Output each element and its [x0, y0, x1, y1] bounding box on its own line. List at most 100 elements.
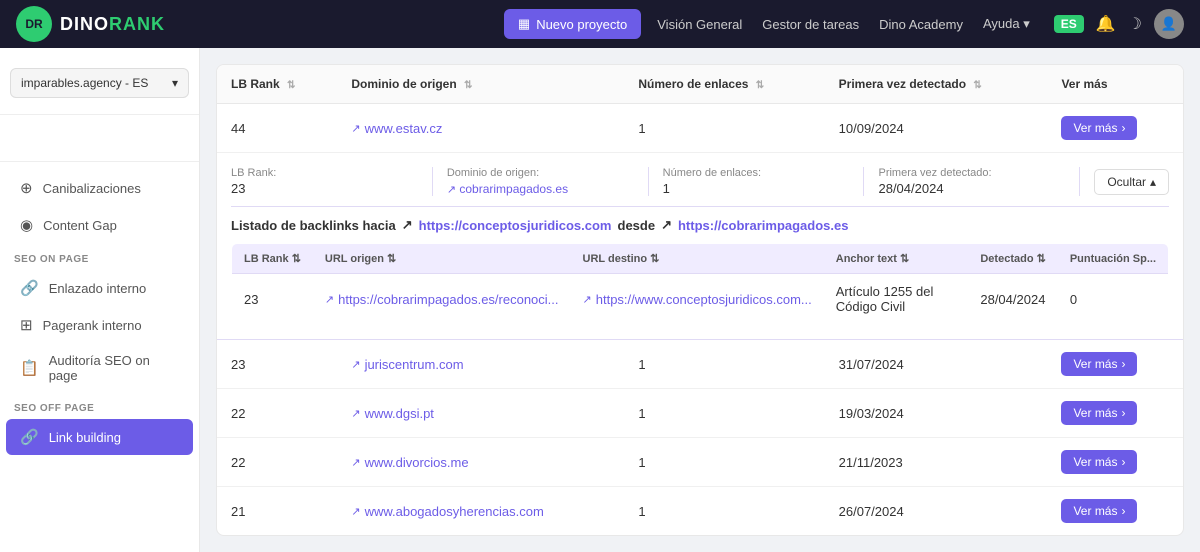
destination-domain-link[interactable]: https://conceptosjuridicos.com	[419, 218, 612, 233]
dominio-link[interactable]: ↗ www.dgsi.pt	[351, 406, 610, 421]
source-domain-link[interactable]: https://cobrarimpagados.es	[678, 218, 848, 233]
main-content: LB Rank ⇅ Dominio de origen ⇅ Número de …	[200, 48, 1200, 552]
project-selector[interactable]: imparables.agency - ES ▾	[10, 68, 189, 98]
nav-link-gestor[interactable]: Gestor de tareas	[762, 17, 859, 32]
cell-primera-vez: 31/07/2024	[825, 340, 1048, 389]
ver-mas-button[interactable]: Ver más ›	[1061, 352, 1137, 376]
dominio-link[interactable]: ↗ www.abogadosyherencias.com	[351, 504, 610, 519]
inner-col-url-origen[interactable]: URL origen ⇅	[313, 244, 571, 274]
avatar[interactable]: 👤	[1154, 9, 1184, 39]
chevron-right-icon: ›	[1121, 455, 1125, 469]
ext-icon-dest: ↗	[402, 217, 413, 233]
sort-icon: ⇅	[1037, 253, 1046, 265]
sidebar-item-auditoria-label: Auditoría SEO on page	[49, 353, 179, 383]
cell-enlaces: 1	[624, 487, 824, 536]
sidebar-item-enlazado[interactable]: 🔗 Enlazado interno	[6, 270, 193, 306]
inner-cell-url-destino: ↗ https://www.conceptosjuridicos.com...	[571, 274, 824, 325]
pagerank-icon: ⊞	[20, 316, 33, 334]
logo-text: DINORANK	[60, 14, 165, 35]
ver-mas-button[interactable]: Ver más ›	[1061, 499, 1137, 523]
sort-icon-enlaces: ⇅	[756, 80, 764, 91]
nav-link-vision[interactable]: Visión General	[657, 17, 742, 32]
meta-primera-value: 28/04/2024	[878, 181, 1065, 196]
dark-mode-icon[interactable]: ☽	[1128, 14, 1142, 34]
nav-link-dino[interactable]: Dino Academy	[879, 17, 963, 32]
col-enlaces[interactable]: Número de enlaces ⇅	[624, 65, 824, 104]
sidebar-item-enlazado-label: Enlazado interno	[49, 281, 147, 296]
col-primera-vez[interactable]: Primera vez detectado ⇅	[825, 65, 1048, 104]
ver-mas-button[interactable]: Ver más ›	[1061, 450, 1137, 474]
url-destino-link[interactable]: ↗ https://www.conceptosjuridicos.com...	[583, 292, 812, 307]
avatar-placeholder: 👤	[1161, 16, 1177, 32]
dominio-link[interactable]: ↗ juriscentrum.com	[351, 357, 610, 372]
backlinks-table: LB Rank ⇅ Dominio de origen ⇅ Número de …	[217, 65, 1183, 535]
logo[interactable]: DR DINORANK	[16, 6, 165, 42]
cell-lb-rank: 22	[217, 389, 337, 438]
table-header-row: LB Rank ⇅ Dominio de origen ⇅ Número de …	[217, 65, 1183, 104]
col-lb-rank[interactable]: LB Rank ⇅	[217, 65, 337, 104]
inner-col-detectado[interactable]: Detectado ⇅	[968, 244, 1057, 274]
sidebar-item-pagerank[interactable]: ⊞ Pagerank interno	[6, 307, 193, 343]
sort-icon: ⇅	[292, 253, 301, 265]
backlinks-table-container: LB Rank ⇅ Dominio de origen ⇅ Número de …	[216, 64, 1184, 536]
dominio-link[interactable]: ↗ www.estav.cz	[351, 121, 610, 136]
sidebar-item-placeholder[interactable]	[6, 123, 193, 153]
chevron-right-icon: ›	[1121, 121, 1125, 135]
inner-col-anchor-text[interactable]: Anchor text ⇅	[824, 244, 969, 274]
ext-icon: ↗	[351, 456, 360, 469]
meta-action: Ocultar ▴	[1080, 167, 1169, 196]
ext-icon: ↗	[447, 184, 456, 196]
seo-off-page-section-label: SEO OFF PAGE	[0, 393, 199, 418]
nuevo-proyecto-label: Nuevo proyecto	[536, 17, 627, 32]
meta-primera-label: Primera vez detectado:	[878, 167, 1065, 179]
col-primera-vez-label: Primera vez detectado	[839, 77, 966, 91]
ver-mas-button[interactable]: Ver más ›	[1061, 116, 1137, 140]
table-row: 23 ↗ juriscentrum.com 1 31/07/2024 Ver m…	[217, 340, 1183, 389]
sidebar: imparables.agency - ES ▾ ⊕ Canibalizacio…	[0, 48, 200, 552]
cell-ver-mas: Ver más ›	[1047, 438, 1183, 487]
cell-dominio: ↗ www.abogadosyherencias.com	[337, 487, 624, 536]
sidebar-item-content-gap[interactable]: ◉ Content Gap	[6, 207, 193, 243]
content-gap-icon: ◉	[20, 216, 33, 234]
ocultar-button[interactable]: Ocultar ▴	[1094, 169, 1169, 195]
col-ver-mas: Ver más	[1047, 65, 1183, 104]
ext-icon: ↗	[325, 293, 334, 306]
col-dominio[interactable]: Dominio de origen ⇅	[337, 65, 624, 104]
external-link-icon: ↗	[351, 122, 360, 135]
lang-badge[interactable]: ES	[1054, 15, 1084, 33]
meta-lb-rank-label: LB Rank:	[231, 167, 418, 179]
table-row: LB Rank: 23 Dominio de origen: ↗	[217, 153, 1183, 340]
sidebar-item-canibalizaciones[interactable]: ⊕ Canibalizaciones	[6, 170, 193, 206]
nav-link-ayuda[interactable]: Ayuda ▾	[983, 16, 1030, 32]
inner-col-puntuacion[interactable]: Puntuación Sp...	[1058, 244, 1169, 274]
ver-mas-button[interactable]: Ver más ›	[1061, 401, 1137, 425]
chevron-right-icon: ›	[1121, 406, 1125, 420]
sidebar-divider-2	[0, 161, 199, 162]
nuevo-proyecto-icon: ▦	[518, 16, 530, 32]
col-dominio-label: Dominio de origen	[351, 77, 456, 91]
cell-primera-vez: 10/09/2024	[825, 104, 1048, 153]
dominio-link[interactable]: ↗ www.divorcios.me	[351, 455, 610, 470]
cell-ver-mas: Ver más ›	[1047, 487, 1183, 536]
sidebar-item-link-building[interactable]: 🔗 Link building	[6, 419, 193, 455]
inner-col-lb-rank[interactable]: LB Rank ⇅	[232, 244, 313, 274]
table-body: 44 ↗ www.estav.cz 1 10/09/2024 Ver más ›	[217, 104, 1183, 536]
notification-icon[interactable]: 🔔	[1096, 14, 1116, 34]
cell-dominio: ↗ juriscentrum.com	[337, 340, 624, 389]
sort-icon: ⇅	[650, 253, 659, 265]
meta-dominio-link[interactable]: ↗ cobrarimpagados.es	[447, 182, 568, 196]
sidebar-item-auditoria[interactable]: 📋 Auditoría SEO on page	[6, 344, 193, 392]
meta-enlaces: Número de enlaces: 1	[649, 167, 865, 196]
inner-cell-lb-rank: 23	[232, 274, 313, 325]
auditoria-icon: 📋	[20, 359, 39, 377]
topnav-icons: ES 🔔 ☽ 👤	[1054, 9, 1184, 39]
nuevo-proyecto-button[interactable]: ▦ Nuevo proyecto	[504, 9, 641, 39]
meta-primera: Primera vez detectado: 28/04/2024	[864, 167, 1080, 196]
expanded-meta: LB Rank: 23 Dominio de origen: ↗	[231, 167, 1169, 207]
inner-cell-url-origen: ↗ https://cobrarimpagados.es/reconoci...	[313, 274, 571, 325]
inner-col-url-destino[interactable]: URL destino ⇅	[571, 244, 824, 274]
url-origen-link[interactable]: ↗ https://cobrarimpagados.es/reconoci...	[325, 292, 559, 307]
canibalizaciones-icon: ⊕	[20, 179, 33, 197]
col-lb-rank-label: LB Rank	[231, 77, 280, 91]
table-row: 44 ↗ www.estav.cz 1 10/09/2024 Ver más ›	[217, 104, 1183, 153]
